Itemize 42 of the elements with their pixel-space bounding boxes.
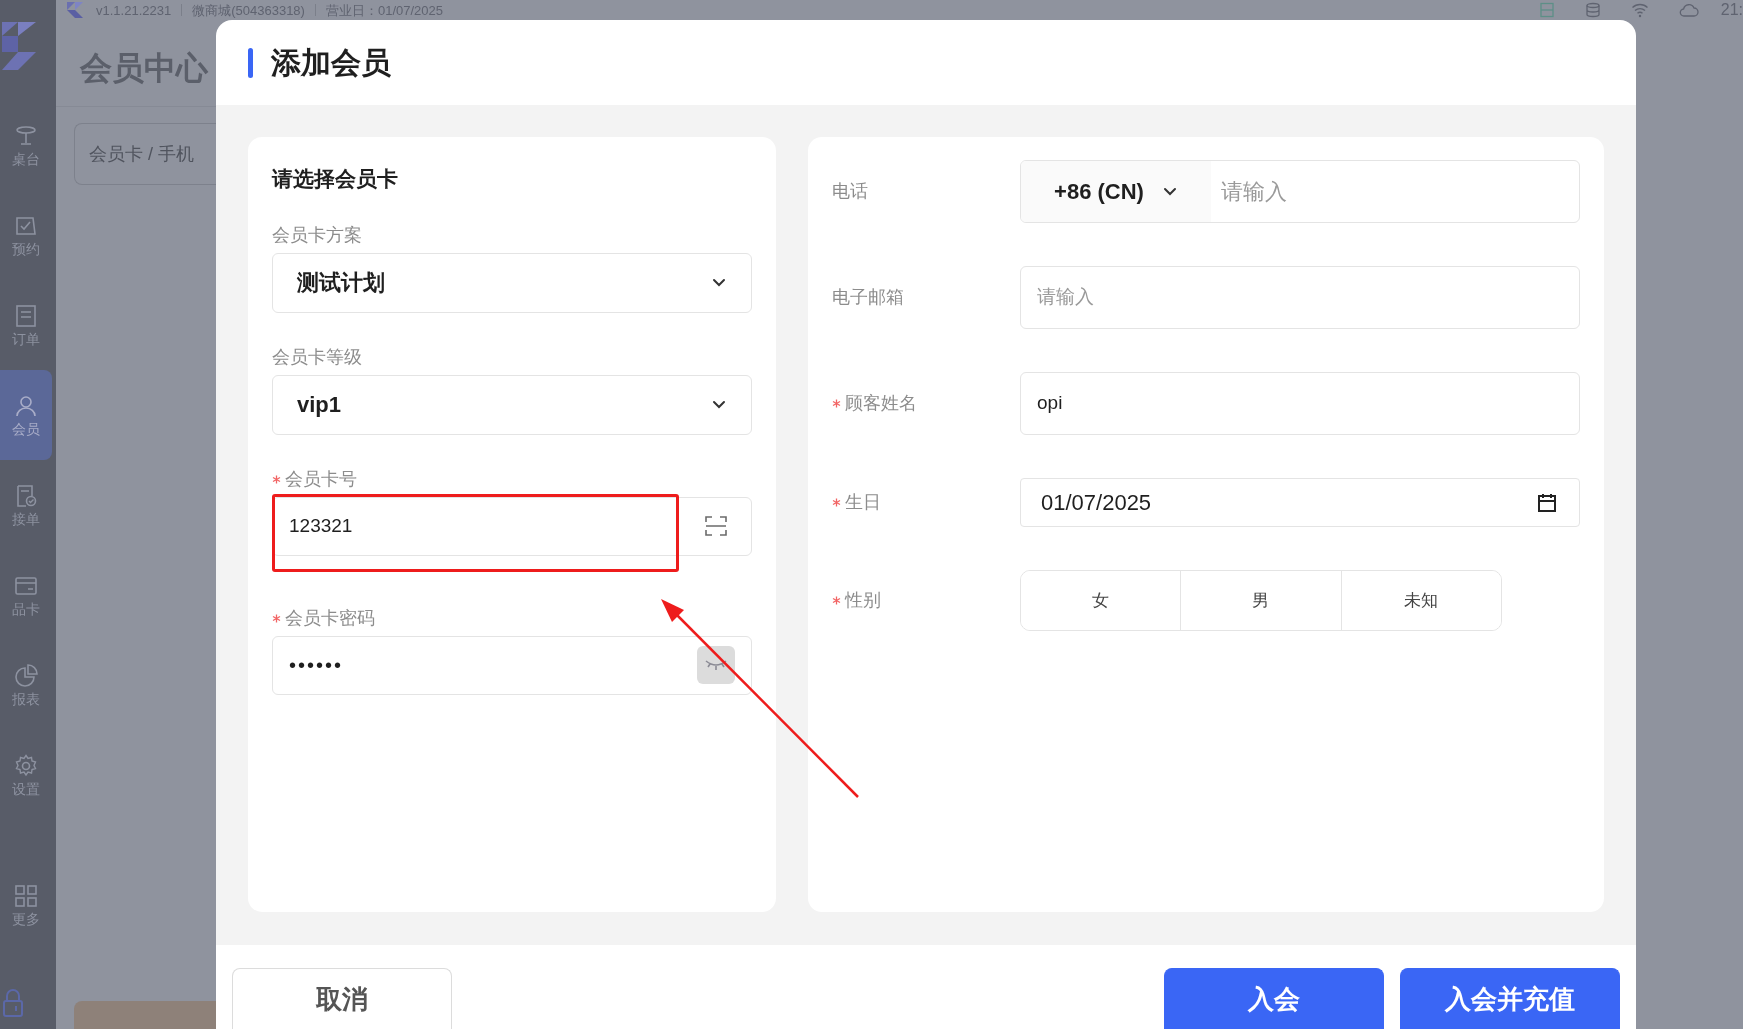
dialog-title: 添加会员 [271, 45, 391, 81]
cloud-icon [1678, 2, 1699, 18]
show-password-button[interactable] [697, 646, 735, 684]
card-icon [14, 574, 38, 598]
field-label: 顾客姓名 [845, 392, 917, 415]
grid-icon [14, 884, 38, 908]
document-check-icon [14, 484, 38, 508]
select-field[interactable]: 测试计划 [272, 252, 752, 313]
input-field[interactable]: 请输入 [1020, 266, 1580, 329]
table-icon [14, 124, 38, 148]
settings-icon [14, 754, 38, 778]
logo-icon [66, 1, 84, 19]
section-heading: 请选择会员卡 [272, 166, 399, 192]
person-icon [14, 394, 38, 418]
field-label: 会员卡方案 [272, 224, 362, 247]
input-field[interactable]: opi [1020, 372, 1580, 435]
field-label: 会员卡密码 [285, 607, 375, 630]
database-icon [1584, 2, 1601, 18]
sidebar-item[interactable]: 会员 [0, 370, 52, 460]
document-icon [14, 304, 38, 328]
gender-option[interactable]: 未知 [1340, 571, 1501, 630]
calendar-icon [1537, 492, 1557, 513]
field-label: 生日 [845, 491, 881, 514]
cancel-button[interactable]: 取消 [232, 968, 452, 1029]
field-label: 电子邮箱 [832, 286, 904, 309]
field-label: 会员卡等级 [272, 346, 362, 369]
password-field[interactable]: •••••• [272, 635, 752, 695]
field-label: 性别 [845, 589, 881, 612]
pie-chart-icon [14, 664, 38, 688]
select-field[interactable]: vip1 [272, 374, 752, 435]
calendar-icon [14, 214, 38, 238]
date-field[interactable]: 01/07/2025 [1020, 478, 1580, 527]
primary-button[interactable]: 入会 [1164, 968, 1384, 1029]
field-label: 会员卡号 [285, 468, 357, 491]
closed-eye-icon [705, 659, 727, 671]
lock-icon [2, 989, 24, 1017]
primary-button[interactable]: 入会并充值 [1400, 968, 1620, 1029]
field-label: 电话 [832, 180, 868, 203]
scan-icon [705, 516, 727, 536]
server-icon [1538, 2, 1555, 18]
title-accent-bar [248, 47, 253, 78]
wifi-icon [1630, 2, 1649, 18]
